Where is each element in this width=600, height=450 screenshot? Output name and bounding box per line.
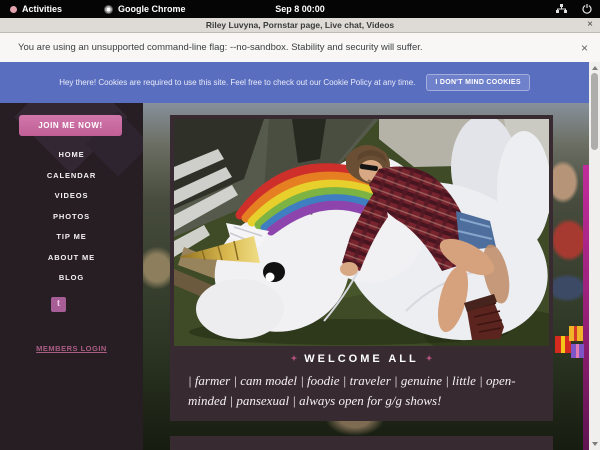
diamond-ornament-icon: ✦ xyxy=(291,354,298,363)
join-me-now-button[interactable]: JOIN ME NOW! xyxy=(19,115,122,136)
sidebar-item-photos[interactable]: PHOTOS xyxy=(0,207,143,228)
activities-dot-icon xyxy=(10,6,17,13)
app-menu-label: Google Chrome xyxy=(118,4,186,14)
window-titlebar: Riley Luvyna, Pornstar page, Live chat, … xyxy=(0,18,600,33)
page: Hey there! Cookies are required to use t… xyxy=(0,62,589,450)
scrollbar-thumb[interactable] xyxy=(591,73,598,150)
sidebar-item-tip-me[interactable]: TIP ME xyxy=(0,227,143,248)
screen: Activities Google Chrome Sep 8 00:00 xyxy=(0,0,600,450)
hero-photo-unicorn xyxy=(174,119,549,346)
app-menu-google-chrome[interactable]: Google Chrome xyxy=(104,4,186,14)
chrome-icon xyxy=(104,5,113,14)
diamond-ornament-icon: ✦ xyxy=(426,354,433,363)
twitter-icon[interactable]: t xyxy=(51,297,66,312)
power-icon[interactable] xyxy=(582,4,592,14)
gift-icon xyxy=(569,326,583,341)
members-login-link[interactable]: MEMBERS LOGIN xyxy=(0,344,143,353)
sidebar-item-about-me[interactable]: ABOUT ME xyxy=(0,248,143,269)
hero-panel: ✦WELCOME ALL✦ | farmer | cam model | foo… xyxy=(170,115,553,421)
window-title: Riley Luvyna, Pornstar page, Live chat, … xyxy=(206,20,394,30)
sidebar-item-calendar[interactable]: CALENDAR xyxy=(0,166,143,187)
chrome-infobar: You are using an unsupported command-lin… xyxy=(0,33,600,62)
infobar-close-icon[interactable]: × xyxy=(581,41,588,55)
latest-videos-panel: ✦LATEST VIDEOS✦ xyxy=(170,436,553,450)
sidebar-nav: HOME CALENDAR VIDEOS PHOTOS TIP ME ABOUT… xyxy=(0,145,143,289)
clock[interactable]: Sep 8 00:00 xyxy=(275,4,325,14)
welcome-title: ✦WELCOME ALL✦ xyxy=(188,353,535,365)
gift-icon xyxy=(571,344,584,358)
sidebar: JOIN ME NOW! HOME CALENDAR VIDEOS PHOTOS… xyxy=(0,103,143,450)
sidebar-item-videos[interactable]: VIDEOS xyxy=(0,186,143,207)
sidebar-item-blog[interactable]: BLOG xyxy=(0,268,143,289)
activities-button[interactable]: Activities xyxy=(10,4,62,14)
main-content: ✦WELCOME ALL✦ | farmer | cam model | foo… xyxy=(170,115,553,450)
window-close-button[interactable]: × xyxy=(587,18,593,31)
scrollbar-down-icon[interactable] xyxy=(592,442,598,446)
cookie-accept-button[interactable]: I DON'T MIND COOKIES xyxy=(426,74,529,91)
network-icon[interactable] xyxy=(556,4,567,14)
activities-label: Activities xyxy=(22,4,62,14)
page-scrollbar[interactable] xyxy=(589,62,600,450)
infobar-message: You are using an unsupported command-lin… xyxy=(18,42,423,53)
cookie-message: Hey there! Cookies are required to use t… xyxy=(59,78,415,87)
web-viewport: Hey there! Cookies are required to use t… xyxy=(0,62,600,450)
welcome-text: | farmer | cam model | foodie | traveler… xyxy=(188,371,535,411)
cookie-consent-bar: Hey there! Cookies are required to use t… xyxy=(0,62,589,103)
scrollbar-up-icon[interactable] xyxy=(592,66,598,70)
welcome-section: ✦WELCOME ALL✦ | farmer | cam model | foo… xyxy=(174,346,549,421)
sidebar-item-home[interactable]: HOME xyxy=(0,145,143,166)
gnome-top-bar: Activities Google Chrome Sep 8 00:00 xyxy=(0,0,600,18)
